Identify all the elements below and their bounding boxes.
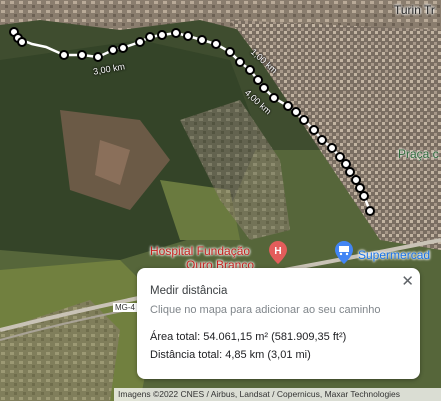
total-area: Área total: 54.061,15 m² (581.909,35 ft²… [150,331,347,343]
panel-hint: Clique no mapa para adicionar ao seu cam… [150,304,381,316]
map-attribution: Imagens ©2022 CNES / Airbus, Landsat / C… [114,388,441,401]
place-label-supermarket[interactable]: Supermercad [358,248,430,262]
total-distance: Distância total: 4,85 km (3,01 mi) [150,349,311,361]
hospital-name-line1: Hospital Fundação [149,244,251,258]
place-label-praca: Praça c [398,147,439,161]
close-icon[interactable]: ✕ [401,272,414,290]
road-label: MG-4 [113,303,137,312]
panel-title: Medir distância [150,285,228,297]
place-label-turin: Turin Tr [394,3,435,17]
svg-text:H: H [274,246,281,257]
measure-distance-panel: Medir distância ✕ Clique no mapa para ad… [137,268,420,379]
